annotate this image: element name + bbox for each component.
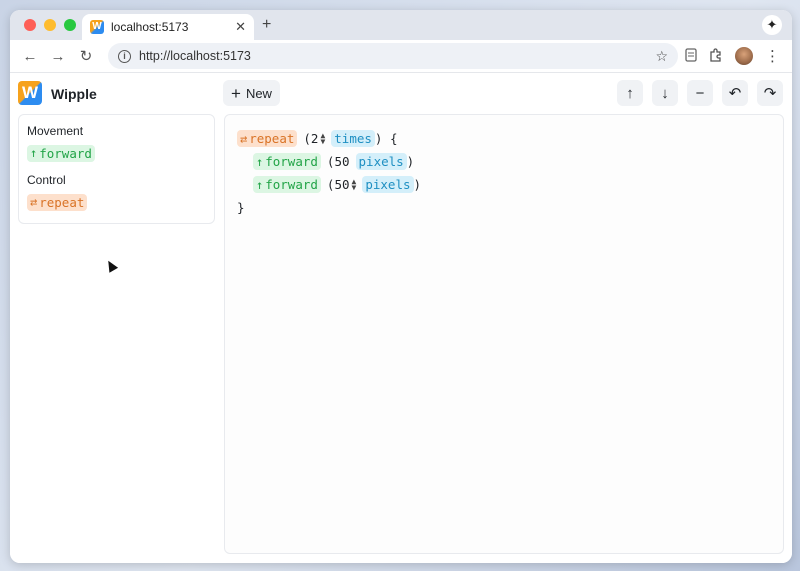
- traffic-lights: [24, 19, 76, 31]
- code-line-forward: ↑ forward ( 50 pixels ): [237, 150, 771, 173]
- distance-value: 50: [334, 177, 350, 192]
- toolbar-actions: ⋮: [685, 47, 784, 65]
- repeat-icon: ⇄: [240, 131, 248, 146]
- tab-strip: W localhost:5173 ✕ + ✦: [10, 10, 792, 40]
- profile-avatar[interactable]: [735, 47, 753, 65]
- undo-icon: ↶: [728, 85, 742, 102]
- bookmark-star-icon[interactable]: ☆: [655, 48, 668, 65]
- new-tab-button[interactable]: +: [262, 16, 271, 34]
- browser-toolbar: ← → ↻ i http://localhost:5173 ☆ ⋮: [10, 40, 792, 73]
- extensions-icon[interactable]: [709, 47, 723, 65]
- repeat-icon: ⇄: [30, 195, 38, 209]
- forward-block[interactable]: ↑ forward: [253, 176, 321, 193]
- block-palette: Movement ↑ forward Control ⇄ repeat: [18, 114, 215, 224]
- unit-pixels[interactable]: pixels: [355, 153, 407, 170]
- close-window-button[interactable]: [24, 19, 36, 31]
- maximize-window-button[interactable]: [64, 19, 76, 31]
- browser-tab[interactable]: W localhost:5173 ✕: [82, 14, 254, 40]
- close-paren: ): [413, 177, 422, 192]
- block-label: forward: [265, 154, 318, 169]
- repeat-count-input[interactable]: 2 ▲ ▼: [311, 131, 325, 146]
- forward-button[interactable]: →: [46, 48, 70, 65]
- redo-button[interactable]: ↷: [757, 80, 783, 106]
- remove-button[interactable]: −: [687, 80, 713, 106]
- close-tab-icon[interactable]: ✕: [235, 19, 246, 35]
- open-paren: (: [303, 131, 311, 146]
- palette-repeat-block[interactable]: ⇄ repeat: [27, 193, 88, 211]
- code-editor[interactable]: ⇄ repeat ( 2 ▲ ▼ times ) { ↑ forward (5…: [224, 114, 784, 554]
- reload-button[interactable]: ↻: [74, 47, 98, 65]
- gemini-icon[interactable]: ✦: [762, 15, 782, 35]
- code-line-repeat: ⇄ repeat ( 2 ▲ ▼ times ) {: [237, 127, 771, 150]
- block-label: forward: [39, 145, 92, 161]
- app-title: Wipple: [51, 86, 97, 102]
- browser-menu-icon[interactable]: ⋮: [765, 47, 780, 65]
- closing-brace: }: [237, 200, 245, 215]
- move-up-button[interactable]: ↑: [617, 80, 643, 106]
- back-button[interactable]: ←: [18, 48, 42, 65]
- number-stepper-icon[interactable]: ▲ ▼: [320, 131, 325, 145]
- move-down-button[interactable]: ↓: [652, 80, 678, 106]
- distance-input[interactable]: 50 ▲ ▼: [334, 177, 356, 192]
- site-info-icon[interactable]: i: [118, 49, 131, 63]
- plus-icon: +: [231, 83, 241, 103]
- open-paren: (: [326, 154, 335, 169]
- arrow-up-icon: ↑: [626, 84, 634, 102]
- new-button[interactable]: + New: [223, 80, 280, 106]
- wipple-app: W Wipple + New ↑ ↓ − ↶ ↷ Movement ↑ forw…: [10, 73, 792, 563]
- block-label: forward: [265, 177, 318, 192]
- close-paren: ): [406, 154, 415, 169]
- arrow-up-icon: ↑: [30, 146, 38, 160]
- forward-block[interactable]: ↑ forward: [253, 153, 321, 170]
- address-bar[interactable]: i http://localhost:5173 ☆: [108, 43, 678, 69]
- block-label: repeat: [249, 131, 295, 146]
- palette-group-movement: Movement ↑ forward: [27, 124, 206, 162]
- arrow-up-icon: ↑: [256, 154, 264, 169]
- tab-title: localhost:5173: [111, 20, 189, 34]
- palette-group-title: Movement: [27, 124, 84, 138]
- unit-times[interactable]: times: [331, 130, 375, 147]
- undo-button[interactable]: ↶: [722, 80, 748, 106]
- palette-group-title: Control: [27, 173, 66, 187]
- new-button-label: New: [245, 85, 272, 101]
- url-text[interactable]: http://localhost:5173: [139, 49, 647, 63]
- repeat-count-value: 2: [310, 131, 319, 146]
- stepper-down-icon[interactable]: ▼: [352, 183, 357, 191]
- distance-value[interactable]: 50: [334, 154, 349, 169]
- block-label: repeat: [39, 194, 85, 210]
- palette-group-control: Control ⇄ repeat: [27, 173, 206, 211]
- number-stepper-icon[interactable]: ▲ ▼: [352, 177, 357, 191]
- arrow-up-icon: ↑: [256, 177, 264, 192]
- palette-forward-block[interactable]: ↑ forward: [27, 144, 95, 162]
- browser-window: W localhost:5173 ✕ + ✦ ← → ↻ i http://lo…: [10, 10, 792, 563]
- repeat-block[interactable]: ⇄ repeat: [237, 130, 298, 147]
- close-paren-brace: ) {: [374, 131, 398, 146]
- open-paren: (: [326, 177, 335, 192]
- stepper-down-icon[interactable]: ▼: [320, 137, 325, 145]
- redo-icon: ↷: [763, 85, 777, 102]
- code-line-forward: ↑ forward ( 50 ▲ ▼ pixels ): [237, 173, 771, 196]
- editor-toolbar: ↑ ↓ − ↶ ↷: [617, 80, 783, 106]
- minus-icon: −: [695, 84, 705, 102]
- code-line-close: }: [237, 196, 771, 219]
- favicon-icon: W: [90, 20, 104, 34]
- reading-list-icon[interactable]: [685, 47, 697, 65]
- minimize-window-button[interactable]: [44, 19, 56, 31]
- arrow-down-icon: ↓: [661, 84, 669, 102]
- unit-pixels[interactable]: pixels: [362, 176, 414, 193]
- wipple-logo: W: [18, 81, 42, 105]
